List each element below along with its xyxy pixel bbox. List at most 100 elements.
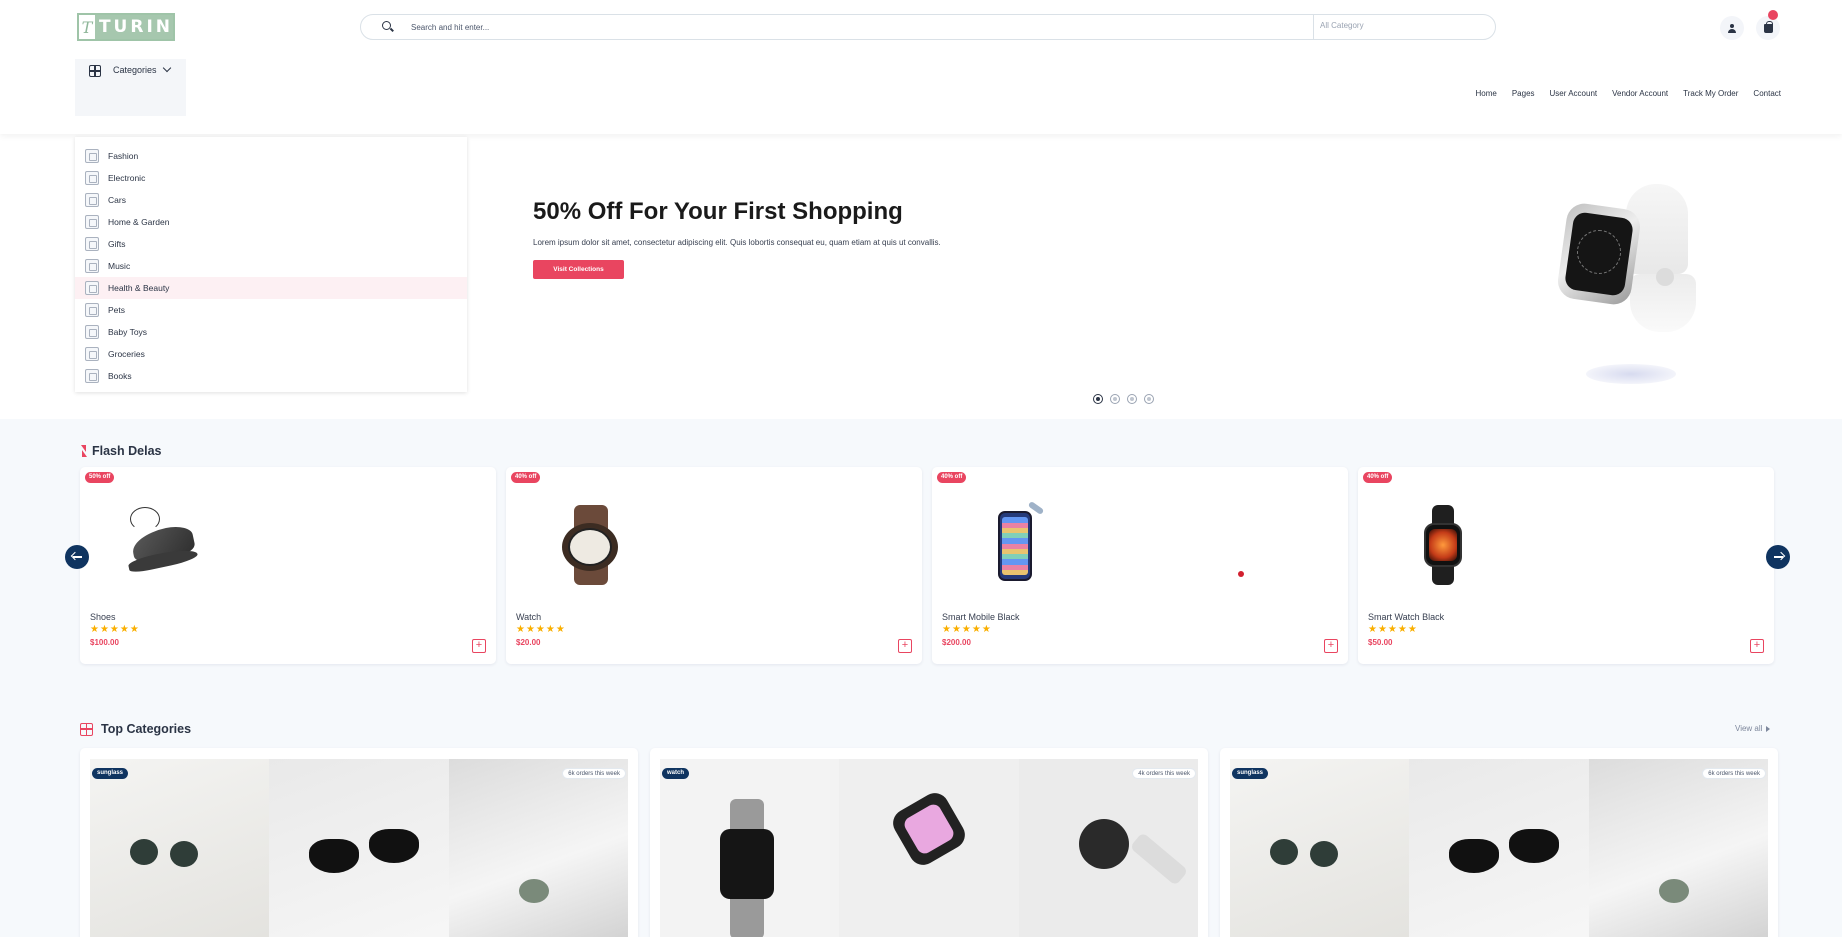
category-menu-item[interactable]: Fashion — [75, 145, 467, 167]
category-menu-item[interactable]: Home & Garden — [75, 211, 467, 233]
rating-stars: ★★★★★ — [942, 624, 992, 635]
view-all-link[interactable]: View all — [1735, 724, 1771, 733]
discount-badge: 50% off — [85, 472, 115, 483]
product-name[interactable]: Watch — [516, 612, 541, 622]
user-icon — [1728, 23, 1736, 33]
search-bar: All Category — [360, 14, 1496, 40]
category-images — [660, 759, 1198, 937]
shopping-bag-icon — [1763, 20, 1773, 33]
hero-text: Lorem ipsum dolor sit amet, consectetur … — [533, 238, 941, 247]
categories-button[interactable]: Categories — [75, 59, 186, 116]
carousel-dot[interactable] — [1093, 394, 1103, 404]
add-to-cart-button[interactable]: + — [898, 639, 912, 653]
nav-link-track-my-order[interactable]: Track My Order — [1683, 89, 1738, 98]
rating-stars: ★★★★★ — [90, 624, 140, 635]
hero-product-image — [1555, 184, 1706, 384]
product-image[interactable] — [976, 500, 1056, 585]
orders-badge: 6k orders this week — [562, 768, 626, 779]
indicator-dot — [1238, 571, 1244, 577]
category-menu-label: Baby Toys — [108, 327, 148, 337]
category-menu-label: Cars — [108, 195, 126, 205]
category-icon — [85, 281, 99, 295]
product-card[interactable]: 40% off Smart Watch Black ★★★★★ $50.00 + — [1358, 467, 1774, 664]
product-image[interactable] — [1402, 505, 1482, 585]
product-name[interactable]: Smart Watch Black — [1368, 612, 1444, 622]
nav-link-vendor-account[interactable]: Vendor Account — [1612, 89, 1668, 98]
discount-badge: 40% off — [937, 472, 967, 483]
carousel-dot[interactable] — [1144, 394, 1154, 404]
category-menu-item[interactable]: Baby Toys — [75, 321, 467, 343]
product-price: $50.00 — [1368, 638, 1393, 647]
nav-link-user-account[interactable]: User Account — [1550, 89, 1598, 98]
top-categories-list: sunglass 6k orders this week watch 4k or… — [80, 748, 1778, 937]
carousel-prev-button[interactable] — [65, 545, 89, 569]
carousel-next-button[interactable] — [1766, 545, 1790, 569]
category-icon — [85, 193, 99, 207]
category-menu-label: Gifts — [108, 239, 126, 249]
product-card[interactable]: 50% off Shoes ★★★★★ $100.00 + — [80, 467, 496, 664]
category-icon — [85, 237, 99, 251]
product-price: $200.00 — [942, 638, 971, 647]
account-button[interactable] — [1720, 16, 1744, 40]
nav-link-pages[interactable]: Pages — [1512, 89, 1535, 98]
nav-link-contact[interactable]: Contact — [1753, 89, 1781, 98]
category-icon — [85, 347, 99, 361]
cart-button[interactable] — [1756, 16, 1780, 40]
category-icon — [85, 259, 99, 273]
bolt-icon — [80, 445, 88, 457]
brand-logo[interactable]: T TURIN — [77, 13, 175, 41]
add-to-cart-button[interactable]: + — [1750, 639, 1764, 653]
grid-icon — [80, 722, 93, 736]
hero-title: 50% Off For Your First Shopping — [533, 198, 903, 225]
search-input[interactable] — [411, 22, 1313, 32]
category-menu-item[interactable]: Music — [75, 255, 467, 277]
category-menu-item[interactable]: Books — [75, 365, 467, 387]
add-to-cart-button[interactable]: + — [472, 639, 486, 653]
category-icon — [85, 325, 99, 339]
product-image[interactable] — [550, 505, 630, 585]
carousel-dot[interactable] — [1127, 394, 1137, 404]
category-icon — [85, 369, 99, 383]
logo-mark: T — [79, 15, 95, 39]
caret-right-icon — [1766, 725, 1771, 732]
product-card[interactable]: 40% off Smart Mobile Black ★★★★★ $200.00… — [932, 467, 1348, 664]
product-name[interactable]: Shoes — [90, 612, 116, 622]
flash-deals-title: Flash Delas — [92, 444, 162, 458]
grid-icon — [89, 65, 101, 77]
category-dropdown: Fashion Electronic Cars Home & Garden Gifts M… — [75, 137, 467, 392]
product-name[interactable]: Smart Mobile Black — [942, 612, 1020, 622]
add-to-cart-button[interactable]: + — [1324, 639, 1338, 653]
category-tag: watch — [662, 768, 690, 779]
category-menu-label: Groceries — [108, 349, 145, 359]
visit-collections-button[interactable]: Visit Collections — [533, 260, 624, 279]
search-icon[interactable] — [380, 19, 396, 35]
product-price: $20.00 — [516, 638, 541, 647]
orders-badge: 4k orders this week — [1132, 768, 1196, 779]
category-card[interactable]: sunglass 6k orders this week — [80, 748, 638, 937]
category-menu-item[interactable]: Groceries — [75, 343, 467, 365]
category-icon — [85, 171, 99, 185]
orders-badge: 6k orders this week — [1702, 768, 1766, 779]
flash-deals-list: 50% off Shoes ★★★★★ $100.00 + 40% off Wa… — [80, 467, 1774, 664]
top-categories-heading: Top Categories — [80, 722, 191, 736]
category-icon — [85, 303, 99, 317]
category-select[interactable]: All Category — [1313, 15, 1495, 39]
category-menu-item[interactable]: Cars — [75, 189, 467, 211]
product-image[interactable] — [124, 505, 204, 585]
nav-link-home[interactable]: Home — [1476, 89, 1497, 98]
category-card[interactable]: watch 4k orders this week — [650, 748, 1208, 937]
category-menu-label: Music — [108, 261, 131, 271]
product-card[interactable]: 40% off Watch ★★★★★ $20.00 + — [506, 467, 922, 664]
logo-text: TURIN — [98, 17, 173, 37]
main-nav: Home Pages User Account Vendor Account Track… — [1476, 89, 1782, 98]
carousel-dot[interactable] — [1110, 394, 1120, 404]
category-menu-item[interactable]: Electronic — [75, 167, 467, 189]
category-menu-item[interactable]: Health & Beauty — [75, 277, 467, 299]
top-categories-title: Top Categories — [101, 722, 192, 736]
cart-badge — [1768, 10, 1778, 20]
arrow-right-icon — [1773, 556, 1783, 558]
category-menu-item[interactable]: Pets — [75, 299, 467, 321]
category-card[interactable]: sunglass 6k orders this week — [1220, 748, 1778, 937]
category-menu-item[interactable]: Gifts — [75, 233, 467, 255]
category-menu-label: Books — [108, 371, 132, 381]
